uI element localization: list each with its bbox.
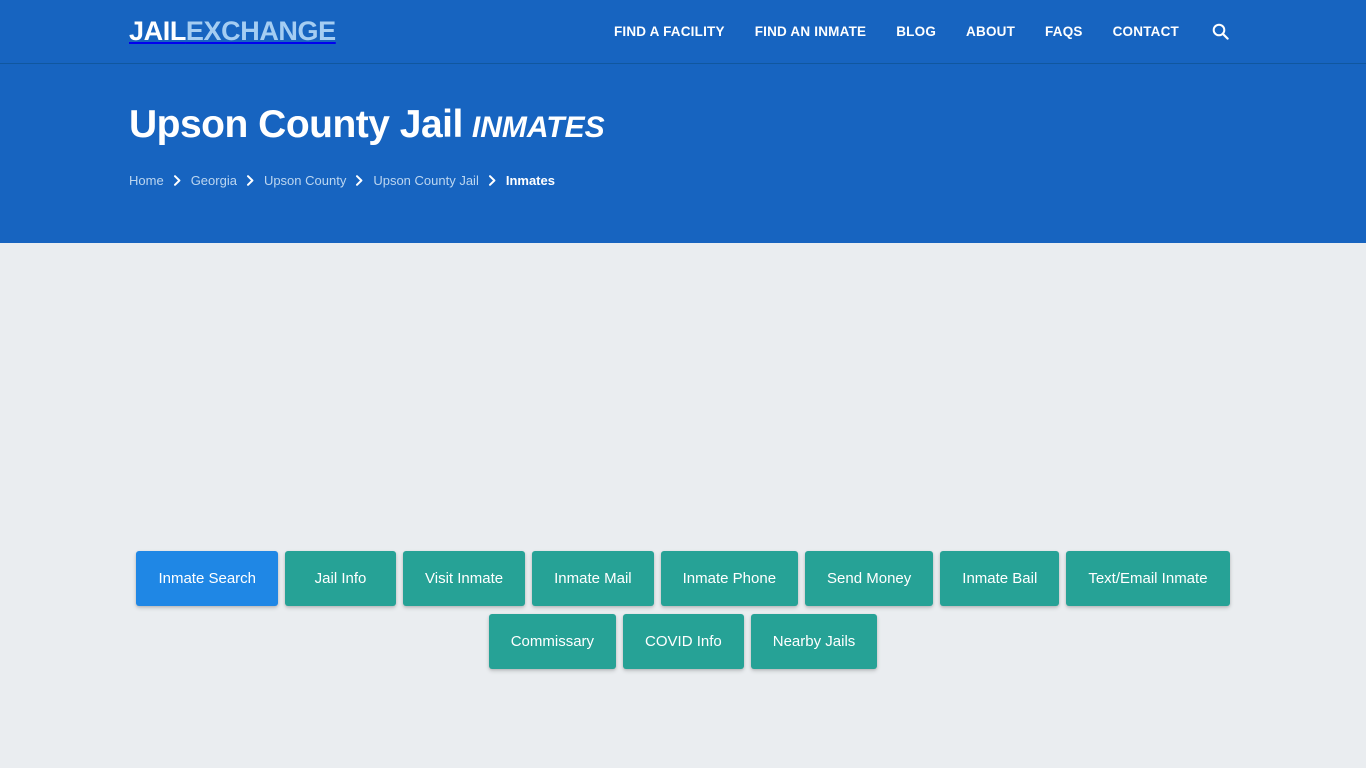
breadcrumb-item-home[interactable]: Home: [129, 174, 164, 187]
facility-button-nearby-jails[interactable]: Nearby Jails: [750, 614, 878, 669]
logo-text-primary: JAIL: [129, 16, 186, 46]
nav-item-blog[interactable]: BLOG: [881, 25, 951, 39]
chevron-right-icon: [488, 175, 497, 186]
logo-text-secondary: EXCHANGE: [185, 16, 336, 46]
nav-item-about[interactable]: ABOUT: [951, 25, 1030, 39]
facility-button-covid-info[interactable]: COVID Info: [623, 614, 744, 669]
main-navigation: FIND A FACILITY FIND AN INMATE BLOG ABOU…: [599, 23, 1237, 40]
breadcrumb-item-upson-county-jail[interactable]: Upson County Jail: [373, 174, 479, 187]
chevron-right-icon: [246, 175, 255, 186]
facility-button-inmate-bail[interactable]: Inmate Bail: [940, 551, 1060, 606]
breadcrumb-item-georgia[interactable]: Georgia: [191, 174, 237, 187]
site-header: JAILEXCHANGE FIND A FACILITY FIND AN INM…: [0, 0, 1366, 64]
chevron-right-icon: [355, 175, 364, 186]
advertisement-slot: [0, 243, 1366, 544]
nav-item-contact[interactable]: CONTACT: [1098, 25, 1194, 39]
nav-item-find-a-facility[interactable]: FIND A FACILITY: [599, 25, 740, 39]
facility-button-commissary[interactable]: Commissary: [488, 614, 617, 669]
main-content: Inmate Search Jail Info Visit Inmate Inm…: [0, 243, 1366, 768]
page-title-main: Upson County Jail: [129, 103, 463, 146]
facility-nav-buttons: Inmate Search Jail Info Visit Inmate Inm…: [133, 544, 1233, 669]
chevron-right-icon: [173, 175, 182, 186]
facility-button-jail-info[interactable]: Jail Info: [285, 551, 397, 606]
search-icon[interactable]: [1194, 23, 1237, 40]
facility-button-visit-inmate[interactable]: Visit Inmate: [403, 551, 526, 606]
breadcrumb: Home Georgia Upson County Upson County J…: [129, 174, 1366, 187]
page-title: Upson County Jail INMATES: [129, 103, 1366, 147]
breadcrumb-item-upson-county[interactable]: Upson County: [264, 174, 346, 187]
facility-button-inmate-phone[interactable]: Inmate Phone: [660, 551, 799, 606]
page-hero: Upson County Jail INMATES Home Georgia Up…: [0, 64, 1366, 243]
site-logo[interactable]: JAILEXCHANGE: [129, 18, 336, 45]
nav-item-faqs[interactable]: FAQs: [1030, 25, 1098, 39]
breadcrumb-item-inmates: Inmates: [505, 172, 555, 188]
facility-button-send-money[interactable]: Send Money: [805, 551, 934, 606]
nav-item-find-an-inmate[interactable]: FIND AN INMATE: [740, 25, 882, 39]
facility-button-inmate-mail[interactable]: Inmate Mail: [532, 551, 654, 606]
facility-button-text-email-inmate[interactable]: Text/Email Inmate: [1066, 551, 1230, 606]
facility-button-inmate-search[interactable]: Inmate Search: [136, 551, 279, 606]
page-title-suffix: INMATES: [471, 111, 605, 144]
